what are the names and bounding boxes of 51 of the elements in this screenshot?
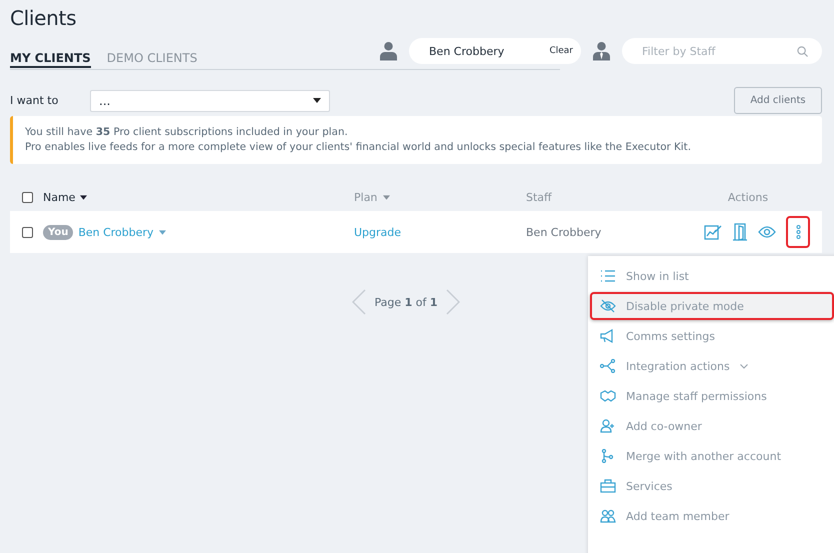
upgrade-link[interactable]: Upgrade xyxy=(354,226,402,238)
caret-icon xyxy=(158,230,166,234)
chevron-down-icon xyxy=(740,364,748,368)
add-clients-button[interactable]: Add clients xyxy=(734,87,822,114)
eye-icon[interactable] xyxy=(758,226,776,238)
checkbox[interactable] xyxy=(22,192,33,202)
page-indicator: Page 1 of 1 xyxy=(374,296,438,308)
checkbox[interactable] xyxy=(22,226,33,238)
menu-item[interactable]: Manage staff permissions xyxy=(590,382,834,410)
tab[interactable]: MY CLIENTS xyxy=(10,51,91,68)
briefcase-icon xyxy=(600,479,616,493)
page-title: Clients xyxy=(10,6,78,30)
action-select[interactable]: ... xyxy=(90,90,330,112)
column-header: Actions xyxy=(728,190,768,204)
tab[interactable]: DEMO CLIENTS xyxy=(106,51,198,68)
column-header[interactable]: Plan xyxy=(354,190,378,204)
menu-item[interactable]: Comms settings xyxy=(590,322,834,350)
branch-icon xyxy=(600,449,616,463)
user-plus-icon xyxy=(600,419,616,433)
action-label: I want to xyxy=(10,94,60,107)
caret-icon xyxy=(383,194,390,200)
menu-item[interactable]: Merge with another account xyxy=(590,442,834,470)
column-header: Staff xyxy=(526,190,552,204)
door-icon[interactable] xyxy=(732,223,748,241)
menu-item[interactable]: Add co-owner xyxy=(590,412,834,440)
column-header[interactable]: Name xyxy=(43,190,76,204)
edit-chart-icon[interactable] xyxy=(704,223,722,241)
menu-item[interactable]: Disable private mode xyxy=(590,292,834,320)
list-icon xyxy=(600,269,616,283)
notice-text: You still have 35 Pro client subscriptions included in your plan. xyxy=(25,125,349,140)
you-badge: You xyxy=(43,224,74,240)
clear-button[interactable]: Clear xyxy=(549,46,573,56)
caret-icon xyxy=(80,194,88,200)
client-name-link[interactable]: Ben Crobbery xyxy=(78,226,154,238)
users-icon xyxy=(600,509,616,523)
client-field[interactable]: Ben Crobbery Clear xyxy=(409,38,581,64)
menu-item[interactable]: Add team member xyxy=(590,502,834,530)
menu-item[interactable]: Show in list xyxy=(590,262,834,290)
table-cell: Ben Crobbery xyxy=(526,226,602,238)
search-icon xyxy=(797,46,808,57)
eye-slash-icon xyxy=(600,299,616,313)
staff-icon xyxy=(593,41,610,61)
network-icon xyxy=(600,359,616,373)
caret-icon xyxy=(313,98,321,103)
more-options-button[interactable] xyxy=(786,216,810,248)
menu-item[interactable]: Integration actions xyxy=(590,352,834,380)
user-icon xyxy=(380,41,397,61)
kebab-icon xyxy=(796,225,800,239)
staff-search-field[interactable]: Filter by Staff xyxy=(622,38,822,64)
notice-text: Pro enables live feeds for a more complete view of your clients' financial world and unlocks special features like the Executor Kit. xyxy=(25,140,692,155)
menu-item[interactable]: Services xyxy=(590,472,834,500)
